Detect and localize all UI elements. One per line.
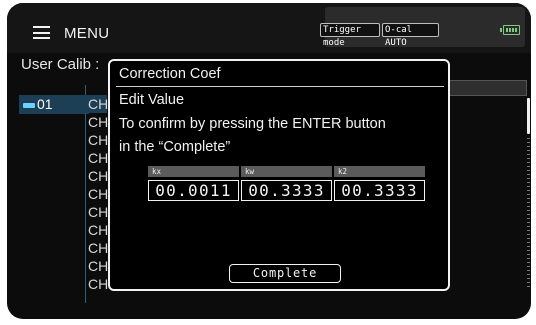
coef-kw: kw 00.3333	[241, 166, 332, 201]
coef-k2: k2 00.3333	[334, 166, 425, 201]
list-item[interactable]: CH	[85, 275, 108, 293]
battery-icon	[500, 25, 520, 35]
list-item[interactable]: CH	[85, 203, 108, 221]
dialog-title: Correction Coef	[119, 66, 221, 82]
coef-k2-field[interactable]: 00.3333	[334, 180, 425, 201]
correction-coef-dialog: Correction Coef Edit Value To confirm by…	[108, 59, 450, 291]
complete-button[interactable]: Complete	[229, 264, 341, 283]
table-header	[447, 80, 527, 96]
ocal-auto-badge: O-cal AUTO	[382, 23, 439, 48]
menu-icon[interactable]	[33, 26, 50, 39]
menu-label[interactable]: MENU	[64, 25, 109, 42]
coef-kw-field[interactable]: 00.3333	[241, 180, 332, 201]
instruction-line-2: in the “Complete”	[119, 139, 231, 155]
trigger-mode-badge: Trigger mode	[320, 23, 380, 48]
list-item[interactable]: CH	[85, 131, 108, 149]
scrollbar-thumb[interactable]	[527, 98, 530, 134]
list-item[interactable]: CH	[85, 95, 108, 113]
page-title: User Calib :	[21, 56, 100, 73]
header-bar: MENU Trigger mode O-cal AUTO	[7, 3, 531, 53]
list-item[interactable]: CH	[85, 239, 108, 257]
coef-kx: kx 00.0011	[148, 166, 239, 201]
dialog-divider	[116, 86, 444, 87]
channel-selector[interactable]: 01	[19, 95, 89, 114]
device-display: MENU Trigger mode O-cal AUTO User Calib …	[7, 3, 531, 319]
list-item[interactable]: CH	[85, 257, 108, 275]
coef-label: kw	[241, 166, 332, 177]
list-item[interactable]: CH	[85, 149, 108, 167]
instruction-line-1: To confirm by pressing the ENTER button	[119, 116, 386, 132]
list-item[interactable]: CH	[85, 221, 108, 239]
coef-kx-field[interactable]: 00.0011	[148, 180, 239, 201]
coef-label: kx	[148, 166, 239, 177]
scrollbar-track[interactable]	[527, 138, 530, 288]
channel-number: 01	[37, 96, 53, 112]
dialog-heading: Edit Value	[119, 92, 185, 108]
list-item[interactable]: CH	[85, 167, 108, 185]
list-item[interactable]: CH	[85, 113, 108, 131]
plug-icon	[23, 102, 35, 108]
channel-list: CH CH CH CH CH CH CH CH CH CH CH	[85, 95, 108, 293]
list-item[interactable]: CH	[85, 185, 108, 203]
screen: MENU Trigger mode O-cal AUTO User Calib …	[0, 0, 536, 325]
coef-label: k2	[334, 166, 425, 177]
